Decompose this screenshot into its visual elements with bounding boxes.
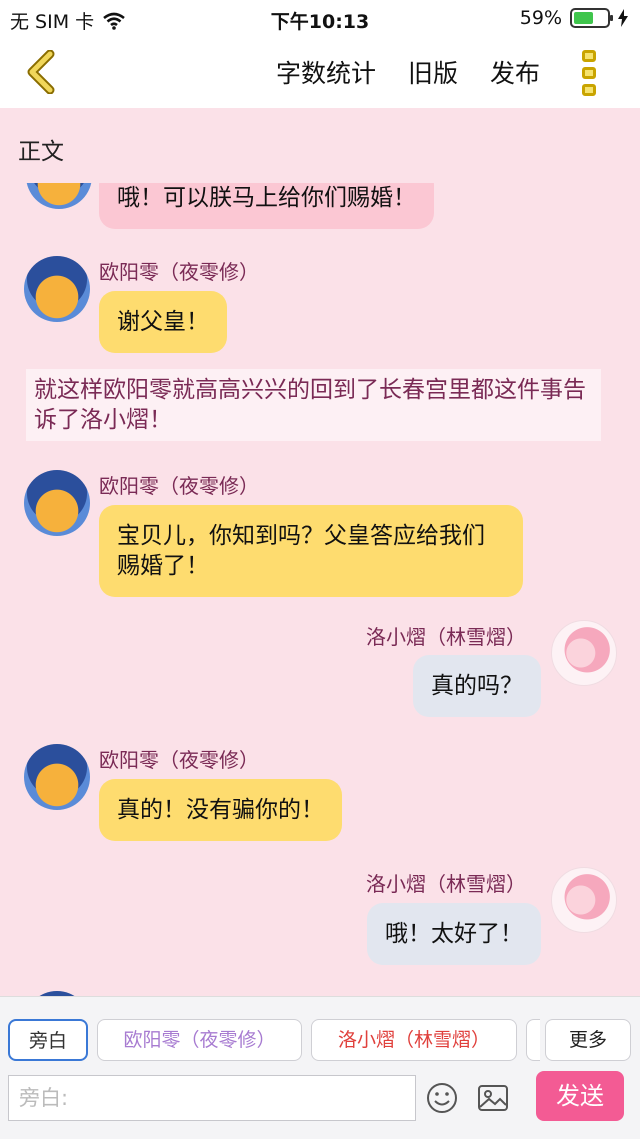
avatar[interactable] — [26, 183, 92, 209]
old-version-button[interactable]: 旧版 — [408, 54, 458, 90]
status-bar: 无 SIM 卡 下午10:13 59% — [0, 0, 640, 36]
speaker-name: 洛小熠（林雪熠） — [366, 625, 526, 649]
nav-bar: 字数统计 旧版 发布 — [0, 36, 640, 108]
more-roles-button[interactable]: 更多 — [545, 1019, 631, 1061]
role-tab-partial[interactable] — [526, 1019, 540, 1061]
avatar[interactable] — [551, 867, 617, 933]
avatar[interactable] — [551, 620, 617, 686]
battery-icon — [570, 8, 613, 28]
composer: 旁白 欧阳零（夜零修） 洛小熠（林雪熠） 更多 旁白: 发送 — [0, 996, 640, 1139]
emoji-icon[interactable] — [425, 1081, 459, 1115]
role-tab-ouyangling[interactable]: 欧阳零（夜零修） — [97, 1019, 302, 1061]
section-label: 正文 — [18, 139, 64, 165]
speaker-name: 洛小熠（林雪熠） — [366, 872, 526, 896]
message-input[interactable]: 旁白: — [8, 1075, 416, 1121]
publish-button[interactable]: 发布 — [490, 54, 540, 90]
chat-bubble[interactable]: 真的！没有骗你的！ — [99, 779, 342, 841]
image-icon[interactable] — [476, 1081, 510, 1115]
send-button[interactable]: 发送 — [536, 1071, 624, 1121]
avatar[interactable] — [24, 470, 90, 536]
chat-bubble[interactable]: 哦！太好了！ — [367, 903, 541, 965]
role-tab-luoxiaoyi[interactable]: 洛小熠（林雪熠） — [311, 1019, 517, 1061]
role-tab-narrator[interactable]: 旁白 — [8, 1019, 88, 1061]
chat-area[interactable]: 哦！可以朕马上给你们赐婚！ 欧阳零（夜零修） 谢父皇！ 就这样欧阳零就高高兴兴的… — [0, 183, 640, 996]
speaker-name: 欧阳零（夜零修） — [99, 260, 259, 284]
status-right: 59% — [520, 7, 628, 29]
word-count-button[interactable]: 字数统计 — [276, 54, 376, 90]
charging-icon — [618, 9, 628, 27]
back-arrow-icon[interactable] — [22, 50, 62, 94]
nav-actions: 字数统计 旧版 发布 — [276, 54, 540, 90]
avatar[interactable] — [24, 744, 90, 810]
narration-block[interactable]: 就这样欧阳零就高高兴兴的回到了长春宫里都这件事告诉了洛小熠！ — [26, 369, 601, 441]
chat-bubble[interactable]: 谢父皇！ — [99, 291, 227, 353]
more-menu-icon[interactable] — [582, 50, 600, 96]
battery-percent: 59% — [519, 7, 562, 29]
speaker-name: 欧阳零（夜零修） — [99, 474, 259, 498]
chat-bubble[interactable]: 宝贝儿，你知到吗？父皇答应给我们赐婚了！ — [99, 505, 523, 597]
chat-bubble[interactable]: 哦！可以朕马上给你们赐婚！ — [99, 183, 434, 229]
speaker-name: 欧阳零（夜零修） — [99, 748, 259, 772]
avatar[interactable] — [24, 256, 90, 322]
chat-bubble[interactable]: 真的吗？ — [413, 655, 541, 717]
editor-content: 正文 哦！可以朕马上给你们赐婚！ 欧阳零（夜零修） 谢父皇！ 就这样欧阳零就高高… — [0, 108, 640, 996]
battery-fill — [574, 12, 593, 24]
